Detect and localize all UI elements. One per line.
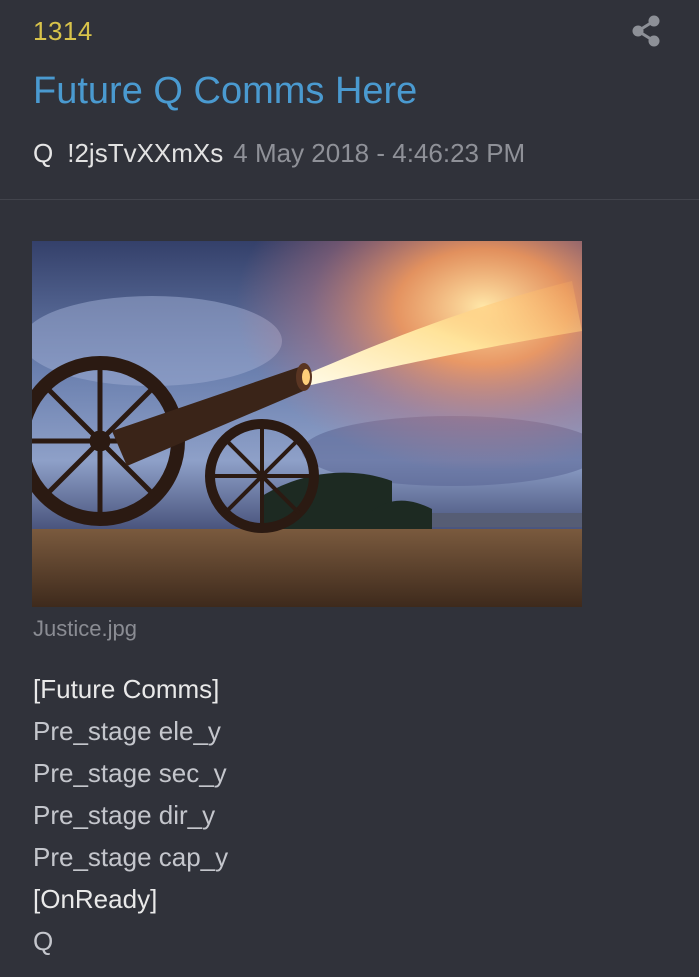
post-title: Future Q Comms Here (33, 70, 418, 112)
byline: Q !2jsTvXXmXs 4 May 2018 - 4:46:23 PM (33, 138, 525, 169)
author-name: Q (33, 138, 54, 168)
attachment-image[interactable] (32, 241, 582, 607)
body-line: [Future Comms] (33, 674, 220, 704)
body-line: Pre_stage sec_y (33, 758, 227, 788)
post-number[interactable]: 1314 (33, 16, 93, 47)
body-line: Pre_stage cap_y (33, 842, 229, 872)
tripcode: !2jsTvXXmXs (67, 138, 224, 168)
post-timestamp: 4 May 2018 - 4:46:23 PM (233, 138, 526, 168)
post: 1314 Future Q Comms Here Q !2jsTvXXmXs 4 M… (0, 0, 699, 977)
attachment-filename[interactable]: Justice.jpg (33, 616, 137, 642)
body-line: Pre_stage ele_y (33, 716, 221, 746)
cannon-photo (32, 241, 582, 607)
body-line: Pre_stage dir_y (33, 800, 216, 830)
share-icon (632, 15, 660, 47)
post-header: 1314 Future Q Comms Here Q !2jsTvXXmXs 4 M… (0, 0, 699, 200)
share-button[interactable] (630, 14, 662, 48)
body-line: Q (33, 926, 54, 956)
body-line: [OnReady] (33, 884, 158, 914)
post-body: [Future Comms] Pre_stage ele_y Pre_stage s… (33, 668, 228, 962)
